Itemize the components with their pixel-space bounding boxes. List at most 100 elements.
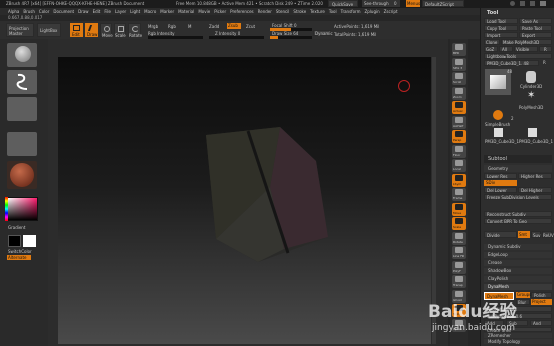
menu-item[interactable]: Transform bbox=[341, 9, 361, 14]
reconstruct-subdiv-button[interactable]: Reconstruct Subdiv bbox=[484, 211, 552, 217]
hue-strip[interactable] bbox=[5, 197, 8, 221]
shelf-frame-button[interactable]: Frame bbox=[452, 188, 466, 201]
rgb-button[interactable]: Rgb bbox=[168, 24, 176, 29]
menu-item[interactable]: Brush bbox=[23, 9, 35, 14]
shelf-rotate-button[interactable]: Rotate bbox=[452, 231, 466, 245]
menu-item[interactable]: Render bbox=[258, 9, 272, 14]
shelf-aahalf-button[interactable]: AAHalf bbox=[452, 115, 466, 129]
shelf-local-button[interactable]: Local bbox=[452, 159, 466, 172]
alpha-thumbnail[interactable] bbox=[7, 97, 37, 121]
del-higher-button[interactable]: Del Higher bbox=[518, 187, 552, 193]
menu-item[interactable]: Alpha bbox=[8, 9, 19, 14]
higher-res-button[interactable]: Higher Res bbox=[518, 173, 552, 179]
menu-item[interactable]: Movie bbox=[198, 9, 210, 14]
import-button[interactable]: Import bbox=[484, 32, 518, 38]
menu-item[interactable]: File bbox=[104, 9, 111, 14]
zadd-button[interactable]: Zadd bbox=[209, 24, 219, 29]
rotate-button[interactable]: Rotate bbox=[128, 23, 142, 38]
document-canvas[interactable] bbox=[58, 57, 431, 344]
sdiv-slider[interactable]: SDiv bbox=[484, 180, 517, 186]
divide-button[interactable]: Divide bbox=[484, 231, 517, 238]
brush-thumbnail[interactable] bbox=[7, 43, 37, 67]
del-lower-button[interactable]: Del Lower bbox=[484, 187, 517, 193]
edgeloop-section[interactable]: EdgeLoop bbox=[484, 252, 552, 258]
m-button[interactable]: M bbox=[188, 24, 191, 29]
paste-tool-button[interactable]: Paste Tool bbox=[519, 25, 552, 31]
menu-item[interactable]: Stencil bbox=[276, 9, 290, 14]
menu-item[interactable]: Edit bbox=[93, 9, 101, 14]
current-tool-slider[interactable]: PM3D_Cube3D_1. 48 bbox=[484, 60, 539, 66]
zsub-button[interactable]: Zsub bbox=[227, 23, 241, 29]
subtool-section[interactable]: Subtool bbox=[484, 155, 552, 163]
convert-bpr-button[interactable]: Convert BPR To Geo bbox=[484, 218, 552, 224]
shelf-lsym-button[interactable]: LSym bbox=[452, 173, 466, 187]
shelf-line-fill-button[interactable]: Line Fill bbox=[452, 246, 466, 259]
color-picker[interactable] bbox=[7, 197, 38, 221]
projection-master-button[interactable]: Projection Master bbox=[6, 23, 34, 37]
goz-button[interactable]: GoZ bbox=[484, 46, 498, 52]
load-tool-button[interactable]: Load Tool bbox=[484, 18, 518, 24]
tool-thumb-pm3d-b[interactable]: PM3D_Cube3D_1 bbox=[519, 125, 553, 145]
tool-header[interactable]: Tool bbox=[487, 10, 498, 16]
shelf-scroll-button[interactable]: Scroll bbox=[452, 72, 466, 85]
close-icon[interactable] bbox=[540, 1, 546, 6]
tool-thumb-pm3d-a[interactable]: PM3D_Cube3D_1 bbox=[485, 125, 519, 145]
dynamesh-section[interactable]: DynaMesh bbox=[484, 284, 552, 290]
current-tool-r[interactable]: R bbox=[543, 60, 546, 65]
shelf-actual-button[interactable]: Actual bbox=[452, 101, 466, 114]
texture-thumbnail[interactable] bbox=[7, 132, 37, 156]
shadowbox-section[interactable]: ShadowBox bbox=[484, 268, 552, 274]
menu-item[interactable]: Zplugin bbox=[365, 9, 380, 14]
dynamic-subdiv-section[interactable]: Dynamic Subdiv bbox=[484, 244, 552, 250]
shelf-transp-button[interactable]: Transp bbox=[452, 275, 466, 288]
stroke-thumbnail[interactable] bbox=[7, 70, 37, 94]
material-thumbnail[interactable] bbox=[7, 161, 37, 189]
make-polymesh-button[interactable]: Make PolyMesh3D bbox=[501, 39, 552, 45]
mrgb-button[interactable]: Mrgb bbox=[148, 24, 158, 29]
menu-item[interactable]: Color bbox=[39, 9, 49, 14]
shelf-floor-button[interactable]: Floor bbox=[452, 144, 466, 158]
scale-button[interactable]: Scale bbox=[114, 23, 126, 38]
geometry-section[interactable]: Geometry bbox=[484, 165, 552, 172]
draw-button[interactable]: Draw bbox=[85, 23, 98, 37]
seethrough-slider[interactable]: See-through 0 bbox=[362, 0, 400, 7]
menu-item[interactable]: Stroke bbox=[293, 9, 306, 14]
menu-item[interactable]: Layer bbox=[115, 9, 126, 14]
shelf-polyf-button[interactable]: PolyF bbox=[452, 260, 466, 274]
tool-thumb-cylinder[interactable]: Cylinder3D bbox=[519, 69, 543, 89]
copy-tool-button[interactable]: Copy Tool bbox=[484, 25, 518, 31]
dynamic-button[interactable]: Dynamic bbox=[313, 30, 333, 36]
shelf-move-button[interactable]: Move bbox=[452, 202, 466, 216]
shelf-spix-3-button[interactable]: SPix 3 bbox=[452, 57, 466, 71]
move-button[interactable]: Move bbox=[100, 23, 113, 38]
main-color-swatch[interactable] bbox=[8, 235, 21, 247]
menu-item[interactable]: Light bbox=[130, 9, 140, 14]
shelf-zoom-button[interactable]: Zoom bbox=[452, 86, 466, 100]
menu-item[interactable]: Material bbox=[178, 9, 194, 14]
lightbox-button[interactable]: LightBox bbox=[37, 23, 61, 37]
switch-color-button[interactable]: SwitchColor bbox=[8, 249, 32, 254]
menu-item[interactable]: Document bbox=[53, 9, 74, 14]
shelf-persp-button[interactable]: Persp bbox=[452, 130, 466, 143]
claypolish-section[interactable]: ClayPolish bbox=[484, 276, 552, 282]
all-button[interactable]: All bbox=[499, 46, 513, 52]
alternate-button[interactable]: Alternate bbox=[7, 255, 31, 260]
secondary-color-swatch[interactable] bbox=[23, 235, 36, 247]
tool-thumb-polymesh[interactable]: ✶ PolyMesh3D bbox=[519, 90, 543, 110]
default-zscript-button[interactable]: DefaultZScript bbox=[422, 0, 464, 7]
menu-item[interactable]: Texture bbox=[310, 9, 325, 14]
smt-toggle[interactable]: Smt bbox=[518, 231, 530, 238]
visible-button[interactable]: Visible bbox=[514, 46, 538, 52]
maximize-icon[interactable] bbox=[530, 1, 535, 6]
crease-section[interactable]: Crease bbox=[484, 260, 552, 266]
menu-item[interactable]: Zscript bbox=[384, 9, 398, 14]
menu-item[interactable]: Marker bbox=[160, 9, 174, 14]
menu-item[interactable]: Draw bbox=[78, 9, 88, 14]
shelf-scale-button[interactable]: Scale bbox=[452, 217, 466, 230]
r-button[interactable]: R bbox=[539, 46, 552, 52]
shelf-bpr-button[interactable]: BPR bbox=[452, 43, 466, 56]
freeze-subdiv-button[interactable]: Freeze SubDivision Levels bbox=[484, 194, 552, 200]
menu-item[interactable]: Macro bbox=[144, 9, 156, 14]
gradient-label[interactable]: Gradient bbox=[8, 225, 25, 230]
edit-button[interactable]: Edit bbox=[70, 23, 83, 37]
